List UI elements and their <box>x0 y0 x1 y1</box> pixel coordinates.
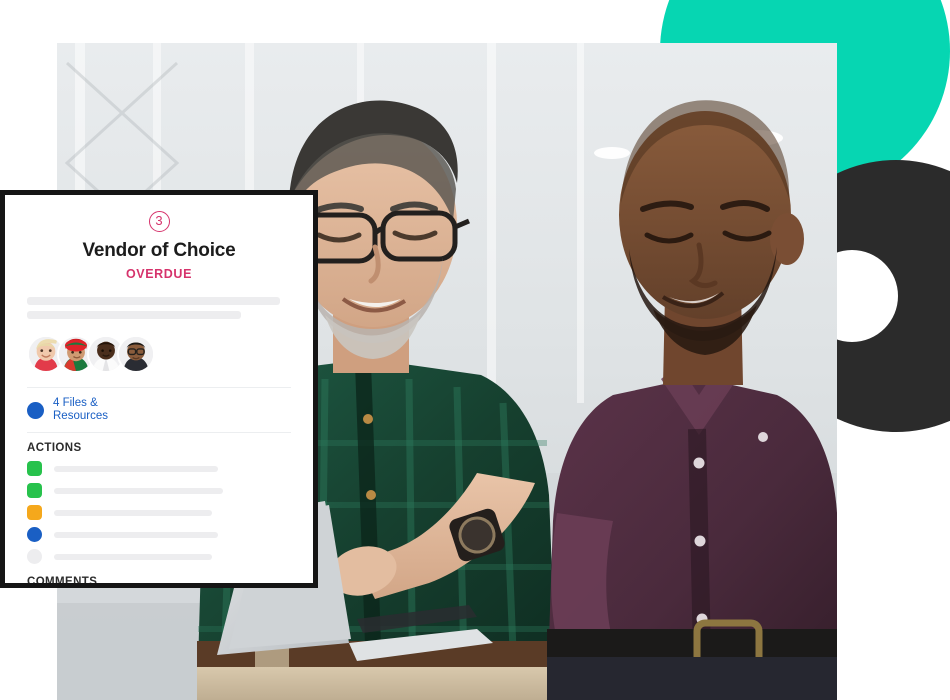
task-badge-wrapper: 3 <box>27 211 291 232</box>
page-title: Vendor of Choice <box>82 240 236 261</box>
task-card[interactable]: 3 Vendor of Choice OVERDUE 4 Files & Res… <box>0 190 318 588</box>
action-label-placeholder <box>54 531 218 538</box>
description-placeholder <box>27 297 291 319</box>
action-status-icon <box>27 549 42 564</box>
divider <box>27 387 291 388</box>
comments-heading: COMMENTS <box>27 576 98 588</box>
files-icon <box>27 401 44 419</box>
action-label-placeholder <box>54 487 223 494</box>
action-item[interactable] <box>27 505 291 520</box>
status-badge: OVERDUE <box>125 267 193 281</box>
action-label-placeholder <box>54 465 218 472</box>
action-status-icon <box>27 527 42 542</box>
action-status-icon <box>27 461 42 476</box>
action-item[interactable] <box>27 483 291 498</box>
action-item[interactable] <box>27 461 291 476</box>
action-label-placeholder <box>54 509 213 516</box>
action-item[interactable] <box>27 549 291 564</box>
action-label-placeholder <box>54 553 213 560</box>
divider <box>27 432 291 433</box>
actions-heading: ACTIONS <box>27 442 82 454</box>
action-status-icon <box>27 505 42 520</box>
page-canvas: 3 Vendor of Choice OVERDUE 4 Files & Res… <box>0 0 950 700</box>
action-item[interactable] <box>27 527 291 542</box>
description-line-2 <box>27 311 241 319</box>
action-status-icon <box>27 483 42 498</box>
description-line-1 <box>27 297 281 305</box>
assignee-avatar-group[interactable] <box>27 335 291 373</box>
avatar[interactable] <box>117 335 155 373</box>
task-number-badge: 3 <box>148 211 170 232</box>
files-and-resources-label[interactable]: 4 Files & Resources <box>53 397 131 423</box>
files-and-resources-row[interactable]: 4 Files & Resources <box>27 397 291 423</box>
